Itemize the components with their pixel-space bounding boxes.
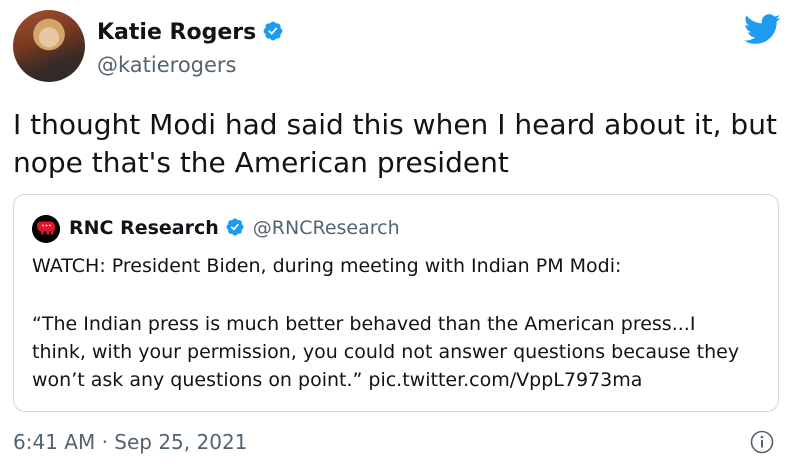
quoted-author: RNC Research @RNCResearch [69, 214, 400, 245]
tweet-text-line: I thought Modi had said this when I hear… [13, 108, 777, 141]
quoted-tweet-quote: “The Indian press is much better behaved… [32, 310, 739, 394]
author-handle[interactable]: @katierogers [97, 51, 237, 79]
quoted-tweet-line: won’t ask any questions on point.” pic.t… [32, 369, 643, 391]
quoted-author-name: RNC Research [69, 217, 219, 239]
verified-badge-icon [262, 20, 284, 50]
tweet-text: I thought Modi had said this when I hear… [13, 106, 783, 182]
tweet-timestamp[interactable]: 6:41 AM · Sep 25, 2021 [13, 428, 247, 456]
twitter-bird-icon[interactable] [744, 14, 781, 45]
verified-badge-icon [225, 217, 245, 245]
quoted-tweet[interactable]: RNC Research @RNCResearch WATCH: Presiden… [13, 194, 779, 412]
quoted-tweet-text: WATCH: President Biden, during meeting w… [32, 255, 622, 277]
info-icon[interactable] [750, 430, 774, 454]
quoted-author-handle: @RNCResearch [252, 217, 400, 239]
republican-elephant-icon [32, 215, 60, 243]
author-name-text: Katie Rogers [97, 20, 257, 45]
author-avatar[interactable] [13, 10, 85, 82]
author-display-name[interactable]: Katie Rogers [97, 19, 284, 50]
quoted-tweet-line: think, with your permission, you could n… [32, 341, 740, 363]
tweet-text-line: nope that's the American president [13, 146, 509, 179]
quoted-tweet-line: “The Indian press is much better behaved… [32, 313, 696, 335]
